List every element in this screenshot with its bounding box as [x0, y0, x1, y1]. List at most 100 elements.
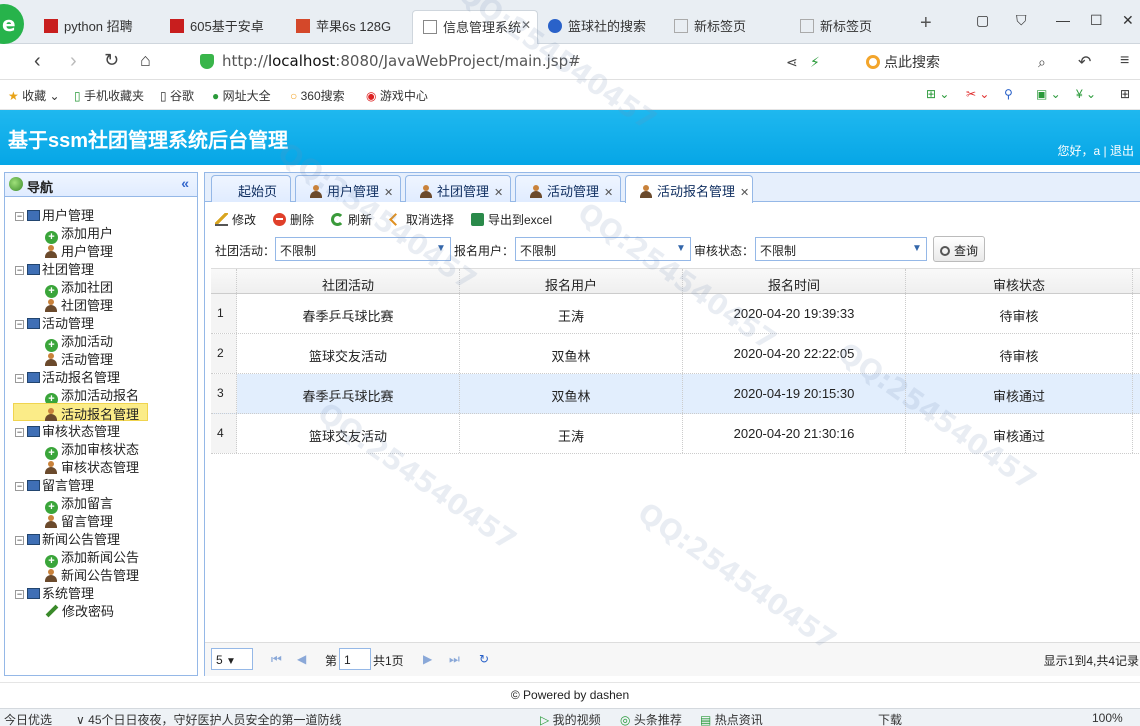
nav-item[interactable]: 社团管理 [45, 295, 113, 313]
nav-item[interactable]: 新闻公告管理 [45, 565, 139, 583]
content-tab[interactable]: 活动管理 ✕ [515, 175, 621, 202]
column-header[interactable]: 社团活动 [237, 269, 460, 293]
column-header[interactable]: 报名时间 [683, 269, 906, 293]
content-tab[interactable]: 社团管理 ✕ [405, 175, 511, 202]
status-item[interactable]: ▤ 热点资讯 [700, 711, 763, 726]
bookmark-item[interactable]: ○ 360搜索 [290, 87, 345, 104]
cancel-select-button[interactable]: 取消选择 [389, 211, 454, 228]
bookmark-favorites[interactable]: ★ 收藏 ⌄ [8, 87, 60, 104]
nav-item[interactable]: 留言管理 [45, 511, 113, 529]
bookmark-item[interactable]: ◉ 游戏中心 [366, 87, 428, 104]
collapse-toggle-icon[interactable]: − [15, 428, 24, 437]
refresh-button[interactable]: 刷新 [331, 211, 372, 228]
edit-button[interactable]: 修改 [215, 211, 256, 228]
nav-item[interactable]: + 添加新闻公告 [45, 547, 139, 568]
minimize-icon[interactable]: — [1056, 12, 1070, 28]
content-tab[interactable]: 起始页 [211, 175, 291, 202]
collapse-toggle-icon[interactable]: − [15, 320, 24, 329]
browser-tab-active[interactable]: 信息管理系统 ✕ [412, 10, 538, 45]
back-icon[interactable]: ‹ [34, 50, 41, 73]
forward-icon[interactable]: › [70, 50, 77, 73]
reload-icon[interactable]: ↻ [479, 652, 489, 666]
nav-group[interactable]: − 社团管理 [15, 259, 94, 277]
table-row[interactable]: 1 春季乒乓球比赛 王涛 2020-04-20 19:39:33 待审核 [211, 294, 1140, 334]
collapse-toggle-icon[interactable]: − [15, 374, 24, 383]
nav-item[interactable]: + 添加用户 [45, 223, 113, 244]
nav-item[interactable]: 修改密码 [45, 601, 114, 619]
nav-item[interactable]: + 添加社团 [45, 277, 113, 298]
apps-icon[interactable]: ⊞ [1120, 87, 1130, 101]
browser-tab[interactable]: 新标签页 [664, 10, 790, 44]
shirt-icon[interactable]: ⛉ [1016, 12, 1027, 29]
content-tab[interactable]: 用户管理 ✕ [295, 175, 401, 202]
collapse-toggle-icon[interactable]: − [15, 482, 24, 491]
money-icon[interactable]: ¥ ⌄ [1076, 87, 1096, 101]
nav-item[interactable]: + 添加审核状态 [45, 439, 139, 460]
translate-icon[interactable]: ⊞ ⌄ [926, 87, 949, 101]
reload-icon[interactable]: ↻ [104, 50, 119, 71]
last-page-icon[interactable]: ⏭ [449, 652, 460, 667]
nav-group[interactable]: − 活动管理 [15, 313, 94, 331]
browser-tab[interactable]: 苹果6s 128G [286, 10, 412, 44]
close-window-icon[interactable]: ✕ [1122, 12, 1134, 29]
nav-group[interactable]: − 用户管理 [15, 205, 94, 223]
collapse-icon[interactable]: « [181, 175, 189, 191]
delete-button[interactable]: 删除 [273, 211, 314, 228]
url-input[interactable]: http://localhost:8080/JavaWebProject/mai… [222, 52, 822, 70]
query-button[interactable]: 查询 [933, 236, 985, 262]
collapse-toggle-icon[interactable]: − [15, 590, 24, 599]
search-input[interactable]: 点此搜索 [866, 52, 940, 72]
status-item[interactable]: ▷ 我的视频 [540, 711, 601, 726]
undo-icon[interactable]: ↶ [1078, 52, 1091, 72]
collapse-toggle-icon[interactable]: − [15, 266, 24, 275]
nav-item[interactable]: 活动报名管理 [13, 403, 149, 422]
browser-tab[interactable]: 新标签页 [790, 10, 916, 44]
nav-group[interactable]: − 活动报名管理 [15, 367, 120, 385]
nav-group[interactable]: − 系统管理 [15, 583, 94, 601]
browser-tab[interactable]: 篮球社的搜索 [538, 10, 664, 44]
user-filter-select[interactable]: 不限制 ▼ [515, 237, 691, 261]
gamepad-icon[interactable]: ▣ ⌄ [1036, 87, 1061, 101]
status-item[interactable]: ◎ 头条推荐 [620, 711, 682, 726]
magnifier-icon[interactable]: ⚲ [1004, 87, 1013, 101]
daily-picks[interactable]: 今日优选 [4, 711, 52, 726]
table-row[interactable]: 3 春季乒乓球比赛 双鱼林 2020-04-19 20:15:30 审核通过 [211, 374, 1140, 414]
menu-icon[interactable]: ≡ [1120, 52, 1129, 70]
nav-item[interactable]: + 添加留言 [45, 493, 113, 514]
bookmark-item[interactable]: ▯ 谷歌 [160, 87, 194, 104]
close-tab-icon[interactable]: ✕ [521, 18, 531, 32]
nav-item[interactable]: 用户管理 [45, 241, 113, 259]
collapse-toggle-icon[interactable]: − [15, 536, 24, 545]
nav-item[interactable]: 活动管理 [45, 349, 113, 367]
status-filter-select[interactable]: 不限制 ▼ [755, 237, 927, 261]
table-row[interactable]: 2 篮球交友活动 双鱼林 2020-04-20 22:22:05 待审核 [211, 334, 1140, 374]
column-header[interactable]: 审核状态 [906, 269, 1133, 293]
lightning-icon[interactable]: ⚡ [810, 54, 820, 71]
zoom-level[interactable]: 100% [1092, 711, 1123, 725]
browser-tab[interactable]: python 招聘 [34, 10, 160, 44]
table-row[interactable]: 4 篮球交友活动 王涛 2020-04-20 21:30:16 审核通过 [211, 414, 1140, 454]
nav-group[interactable]: − 审核状态管理 [15, 421, 120, 439]
page-size-select[interactable]: 5 ▼ [211, 648, 253, 670]
status-item[interactable]: 下载 [878, 711, 902, 726]
close-tab-icon[interactable]: ✕ [384, 187, 393, 199]
share-icon[interactable]: ⋖ [786, 54, 798, 71]
column-header[interactable]: 报名用户 [460, 269, 683, 293]
first-page-icon[interactable]: ⏮ [271, 652, 282, 667]
news-ticker[interactable]: ∨ 45个日日夜夜，守好医护人员安全的第一道防线 [76, 711, 342, 726]
next-page-icon[interactable]: ▶ [423, 652, 432, 666]
home-icon[interactable]: ⌂ [140, 50, 151, 71]
close-tab-icon[interactable]: ✕ [604, 187, 613, 199]
nav-item[interactable]: + 添加活动报名 [45, 385, 139, 406]
content-tab[interactable]: 活动报名管理 ✕ [625, 175, 753, 203]
collapse-toggle-icon[interactable]: − [15, 212, 24, 221]
browser-logo-icon[interactable]: e [0, 4, 24, 44]
prev-page-icon[interactable]: ◀ [297, 652, 306, 666]
close-tab-icon[interactable]: ✕ [494, 187, 503, 199]
close-tab-icon[interactable]: ✕ [740, 187, 749, 199]
bookmark-item[interactable]: ▯ 手机收藏夹 [74, 87, 144, 104]
new-tab-icon[interactable]: + [920, 12, 932, 35]
search-icon[interactable]: ⌕ [1038, 54, 1046, 71]
user-greeting-logout[interactable]: 您好，a | 退出 [1058, 142, 1134, 159]
nav-group[interactable]: − 留言管理 [15, 475, 94, 493]
